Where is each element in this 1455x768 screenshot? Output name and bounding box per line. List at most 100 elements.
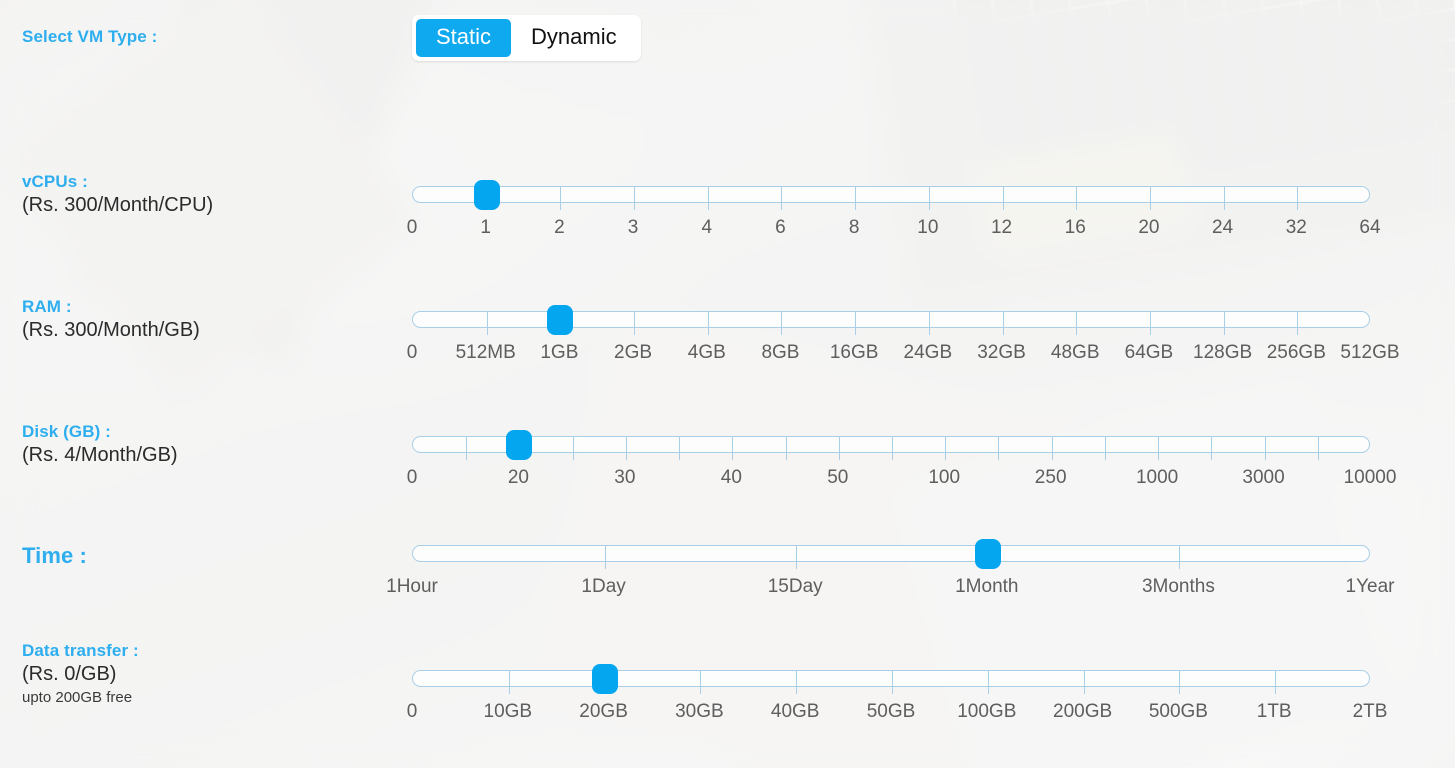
slider-tick	[486, 311, 488, 335]
label-column-data-transfer: Data transfer : (Rs. 0/GB) upto 200GB free	[22, 640, 402, 708]
slider-tick-label: 64GB	[1124, 342, 1174, 363]
slider-tick-label: 48GB	[1050, 342, 1100, 363]
slider-tick	[707, 186, 709, 210]
slider-tick-label: 16GB	[829, 342, 879, 363]
slider-tick-label: 20GB	[579, 701, 628, 722]
slider-tick	[1051, 436, 1053, 460]
slider-tick-label: 512MB	[455, 342, 516, 363]
vm-type-option-static[interactable]: Static	[416, 19, 512, 57]
slider-track-time[interactable]	[412, 539, 1370, 569]
slider-handle-data-transfer[interactable]	[591, 664, 618, 694]
slider-tick	[679, 436, 681, 460]
slider-handle-vcpus[interactable]	[473, 180, 500, 210]
slider-tick	[855, 311, 857, 335]
data-transfer-label: Data transfer :	[22, 641, 139, 660]
slider-tick	[785, 436, 787, 460]
slider-tick-label: 50	[827, 467, 849, 488]
slider-tick-label: 1TB	[1256, 701, 1292, 722]
slider-tick	[998, 436, 1000, 460]
slider-tick-label: 24GB	[903, 342, 953, 363]
slider-tick	[634, 311, 636, 335]
slider-tick-label: 256GB	[1266, 342, 1326, 363]
slider-tick-label: 3000	[1242, 467, 1285, 488]
slider-tick	[1223, 311, 1225, 335]
slider-tick	[1297, 311, 1299, 335]
slider-tick-label: 8GB	[761, 342, 800, 363]
slider-tick-label: 3Months	[1141, 576, 1215, 597]
slider-tick	[796, 670, 798, 694]
slider-tick-label: 12	[990, 217, 1013, 238]
slider-tick-label: 512GB	[1340, 342, 1400, 363]
slider-tick-label: 0	[406, 217, 418, 238]
slider-tick-label: 500GB	[1148, 701, 1208, 722]
slider-tick	[1104, 436, 1106, 460]
slider-tick	[781, 186, 783, 210]
slider-tick-label: 100	[928, 467, 961, 488]
slider-tick-label: 4	[701, 217, 713, 238]
slider-tick-label: 10GB	[483, 701, 533, 722]
slider-tick	[700, 670, 702, 694]
slider-tick	[1149, 311, 1151, 335]
slider-tick	[1002, 311, 1004, 335]
slider-time[interactable]: 1Hour 1Day 15Day 1Month 3Months 1Year	[386, 539, 1394, 601]
slider-disk[interactable]: 0 20 30 40 50 100 250 1000 3000 10000	[407, 430, 1396, 492]
vcpus-price: (Rs. 300/Month/CPU)	[22, 194, 214, 216]
slider-tick	[796, 545, 798, 569]
slider-tick	[1179, 545, 1181, 569]
slider-data-transfer[interactable]: 0 10GB 20GB 30GB 40GB 50GB 100GB 200GB 500GB 1TB 2…	[407, 664, 1387, 726]
slider-tick	[707, 311, 709, 335]
slider-tick-label: 2TB	[1352, 701, 1388, 722]
slider-tick	[928, 186, 930, 210]
label-column-ram: RAM : (Rs. 300/Month/GB)	[22, 296, 402, 343]
slider-tick	[572, 436, 574, 460]
slider-ram[interactable]: 0 512MB 1GB 2GB 4GB 8GB 16GB 24GB 32GB 48GB 64GB 12…	[407, 305, 1400, 367]
slider-handle-disk[interactable]	[506, 430, 533, 460]
slider-tick-label: 6	[775, 217, 786, 238]
slider-track-ram[interactable]	[412, 305, 1370, 335]
slider-tick	[855, 186, 857, 210]
slider-handle-time[interactable]	[974, 539, 1001, 569]
slider-tick	[987, 670, 989, 694]
slider-track-vcpus[interactable]	[412, 180, 1370, 210]
slider-tick-label: 0	[406, 342, 418, 363]
slider-tick	[1076, 186, 1078, 210]
slider-tick-label: 3	[627, 217, 639, 238]
slider-tick	[928, 311, 930, 335]
vm-type-toggle[interactable]: Static Dynamic	[412, 15, 641, 61]
slider-tick-label: 24	[1212, 217, 1234, 238]
slider-tick-label: 2	[554, 217, 565, 238]
slider-tick-label: 16	[1064, 217, 1086, 238]
slider-tick-label: 2GB	[614, 342, 653, 363]
slider-tick-label: 20	[1138, 217, 1160, 238]
slider-tick-label: 30GB	[675, 701, 724, 722]
slider-tick	[508, 670, 510, 694]
slider-tick-label: 20	[507, 467, 530, 488]
slider-vcpus[interactable]: 0 1 2 3 4 6 8 10 12 16 20 24 32 64	[407, 180, 1381, 242]
slider-tick-label: 32GB	[977, 342, 1026, 363]
slider-handle-ram[interactable]	[547, 305, 574, 335]
slider-tick	[732, 436, 734, 460]
slider-tick	[1149, 186, 1151, 210]
slider-tick	[1076, 311, 1078, 335]
slider-tick-label: 50GB	[866, 701, 916, 722]
vm-type-label: Select VM Type :	[22, 27, 158, 46]
slider-tick-label: 200GB	[1053, 701, 1113, 722]
slider-track-data-transfer[interactable]	[412, 664, 1370, 694]
slider-tick-label: 4GB	[687, 342, 726, 363]
slider-tick-label: 1GB	[540, 342, 579, 363]
slider-tick-label: 0	[406, 467, 418, 488]
slider-tick	[1223, 186, 1225, 210]
disk-label: Disk (GB) :	[22, 422, 111, 441]
slider-track-disk[interactable]	[412, 430, 1370, 460]
slider-tick	[781, 311, 783, 335]
data-transfer-price: (Rs. 0/GB)	[22, 663, 117, 685]
slider-tick-label: 1000	[1135, 467, 1179, 488]
time-label: Time :	[22, 543, 87, 568]
slider-tick	[1158, 436, 1160, 460]
label-column-time: Time :	[22, 543, 402, 569]
slider-tick-label: 250	[1034, 467, 1067, 488]
slider-tick-label: 100GB	[957, 701, 1017, 722]
slider-tick	[945, 436, 947, 460]
ram-label: RAM :	[22, 297, 72, 316]
vm-type-option-dynamic[interactable]: Dynamic	[511, 19, 637, 57]
